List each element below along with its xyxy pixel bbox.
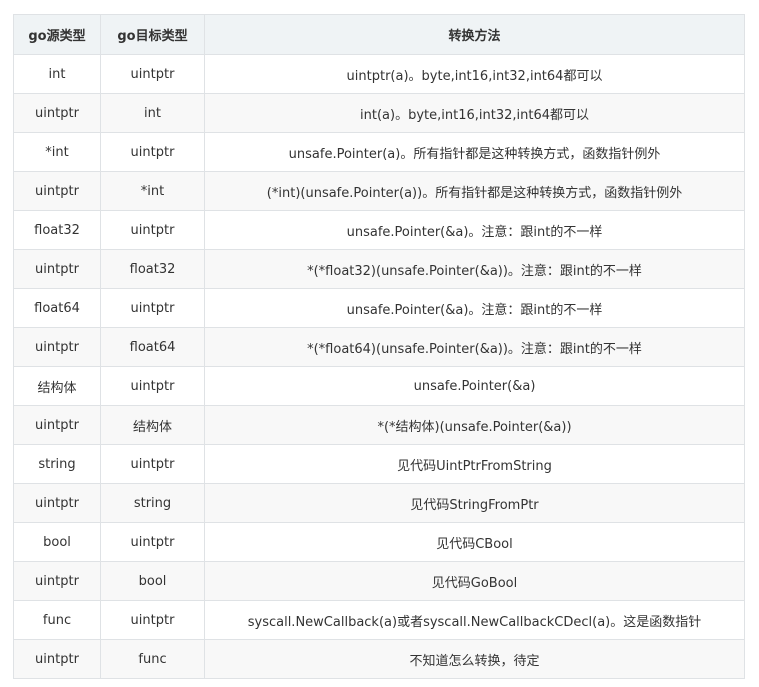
cell-source-type: int	[13, 54, 101, 94]
cell-source-type: uintptr	[13, 405, 101, 445]
cell-target-type: uintptr	[100, 288, 205, 328]
table-row: uintptr func 不知道怎么转换，待定	[13, 639, 745, 679]
cell-source-type: func	[13, 600, 101, 640]
cell-target-type: string	[100, 483, 205, 523]
conversion-table-container: go源类型 go目标类型 转换方法 int uintptr uintptr(a)…	[13, 14, 745, 679]
cell-source-type: *int	[13, 132, 101, 172]
cell-source-type: float32	[13, 210, 101, 250]
table-row: bool uintptr 见代码CBool	[13, 522, 745, 562]
table-header: go源类型 go目标类型 转换方法	[13, 14, 745, 55]
cell-target-type: uintptr	[100, 54, 205, 94]
header-row: go源类型 go目标类型 转换方法	[13, 14, 745, 55]
cell-source-type: float64	[13, 288, 101, 328]
cell-target-type: float32	[100, 249, 205, 289]
cell-target-type: uintptr	[100, 132, 205, 172]
header-conversion-method: 转换方法	[204, 14, 745, 55]
cell-target-type: uintptr	[100, 522, 205, 562]
cell-target-type: int	[100, 93, 205, 133]
table-row: string uintptr 见代码UintPtrFromString	[13, 444, 745, 484]
cell-source-type: uintptr	[13, 327, 101, 367]
cell-target-type: float64	[100, 327, 205, 367]
cell-conversion-method: uintptr(a)。byte,int16,int32,int64都可以	[204, 54, 745, 94]
cell-conversion-method: 见代码CBool	[204, 522, 745, 562]
cell-source-type: uintptr	[13, 483, 101, 523]
conversion-table: go源类型 go目标类型 转换方法 int uintptr uintptr(a)…	[13, 14, 745, 679]
cell-target-type: func	[100, 639, 205, 679]
table-row: uintptr int int(a)。byte,int16,int32,int6…	[13, 93, 745, 133]
cell-conversion-method: *(*float32)(unsafe.Pointer(&a))。注意：跟int的…	[204, 249, 745, 289]
cell-source-type: string	[13, 444, 101, 484]
cell-target-type: bool	[100, 561, 205, 601]
cell-target-type: uintptr	[100, 366, 205, 406]
table-row: uintptr bool 见代码GoBool	[13, 561, 745, 601]
table-row: uintptr string 见代码StringFromPtr	[13, 483, 745, 523]
cell-source-type: uintptr	[13, 93, 101, 133]
cell-conversion-method: (*int)(unsafe.Pointer(a))。所有指针都是这种转换方式，函…	[204, 171, 745, 211]
cell-conversion-method: 见代码GoBool	[204, 561, 745, 601]
table-row: uintptr float64 *(*float64)(unsafe.Point…	[13, 327, 745, 367]
cell-target-type: uintptr	[100, 600, 205, 640]
cell-source-type: uintptr	[13, 561, 101, 601]
cell-source-type: uintptr	[13, 249, 101, 289]
cell-source-type: uintptr	[13, 171, 101, 211]
cell-conversion-method: *(*结构体)(unsafe.Pointer(&a))	[204, 405, 745, 445]
cell-target-type: uintptr	[100, 210, 205, 250]
table-row: int uintptr uintptr(a)。byte,int16,int32,…	[13, 54, 745, 94]
table-row: *int uintptr unsafe.Pointer(a)。所有指针都是这种转…	[13, 132, 745, 172]
cell-conversion-method: unsafe.Pointer(&a)。注意：跟int的不一样	[204, 288, 745, 328]
cell-source-type: bool	[13, 522, 101, 562]
table-row: uintptr 结构体 *(*结构体)(unsafe.Pointer(&a))	[13, 405, 745, 445]
cell-conversion-method: *(*float64)(unsafe.Pointer(&a))。注意：跟int的…	[204, 327, 745, 367]
cell-conversion-method: 见代码UintPtrFromString	[204, 444, 745, 484]
table-body: int uintptr uintptr(a)。byte,int16,int32,…	[13, 54, 745, 679]
cell-target-type: 结构体	[100, 405, 205, 445]
cell-conversion-method: 不知道怎么转换，待定	[204, 639, 745, 679]
cell-source-type: 结构体	[13, 366, 101, 406]
cell-conversion-method: 见代码StringFromPtr	[204, 483, 745, 523]
cell-target-type: uintptr	[100, 444, 205, 484]
cell-conversion-method: unsafe.Pointer(a)。所有指针都是这种转换方式，函数指针例外	[204, 132, 745, 172]
table-row: float32 uintptr unsafe.Pointer(&a)。注意：跟i…	[13, 210, 745, 250]
cell-conversion-method: unsafe.Pointer(&a)。注意：跟int的不一样	[204, 210, 745, 250]
cell-conversion-method: syscall.NewCallback(a)或者syscall.NewCallb…	[204, 600, 745, 640]
table-row: uintptr *int (*int)(unsafe.Pointer(a))。所…	[13, 171, 745, 211]
table-row: uintptr float32 *(*float32)(unsafe.Point…	[13, 249, 745, 289]
cell-conversion-method: int(a)。byte,int16,int32,int64都可以	[204, 93, 745, 133]
cell-target-type: *int	[100, 171, 205, 211]
cell-source-type: uintptr	[13, 639, 101, 679]
cell-conversion-method: unsafe.Pointer(&a)	[204, 366, 745, 406]
table-row: float64 uintptr unsafe.Pointer(&a)。注意：跟i…	[13, 288, 745, 328]
table-row: 结构体 uintptr unsafe.Pointer(&a)	[13, 366, 745, 406]
header-source-type: go源类型	[13, 14, 101, 55]
table-row: func uintptr syscall.NewCallback(a)或者sys…	[13, 600, 745, 640]
header-target-type: go目标类型	[100, 14, 205, 55]
